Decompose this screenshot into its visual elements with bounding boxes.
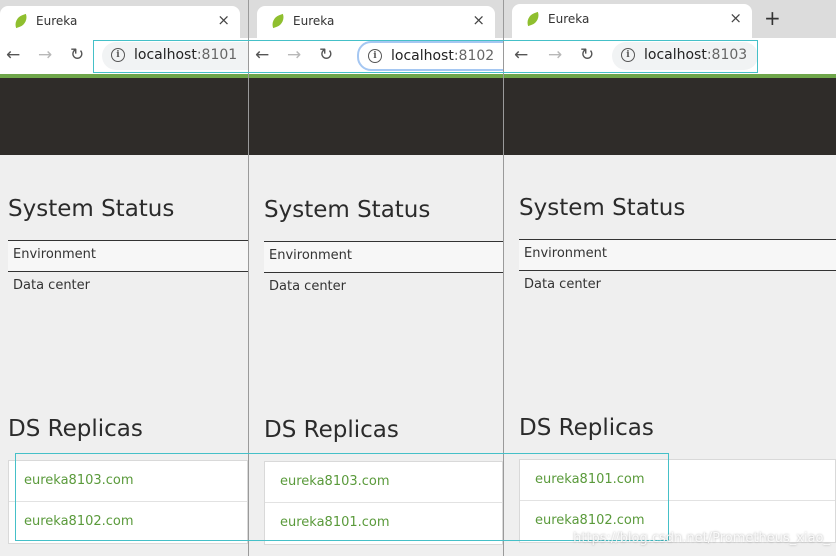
data-center-row: Data center	[8, 272, 248, 302]
browser-toolbar: ← → ↻ i localhost:8102	[249, 38, 503, 74]
system-status-heading: System Status	[8, 196, 175, 222]
environment-row: Environment	[264, 241, 503, 273]
eureka-leaf-icon	[269, 13, 287, 29]
close-tab-icon[interactable]: ×	[472, 11, 485, 29]
list-item: eureka8103.com	[265, 462, 502, 503]
replica-link[interactable]: eureka8101.com	[535, 472, 645, 487]
browser-tab[interactable]: Eureka ×	[512, 4, 752, 38]
replica-link[interactable]: eureka8102.com	[24, 514, 134, 529]
address-bar[interactable]: i localhost:8101	[102, 42, 248, 70]
data-center-label: Data center	[13, 278, 90, 293]
replica-link[interactable]: eureka8101.com	[280, 515, 390, 530]
url-port: :8102	[453, 48, 495, 64]
data-center-label: Data center	[269, 279, 346, 294]
list-item: eureka8101.com	[520, 460, 835, 501]
reload-icon[interactable]: ↻	[580, 45, 594, 65]
data-center-row: Data center	[519, 271, 836, 301]
back-arrow-icon[interactable]: ←	[514, 45, 528, 65]
info-icon[interactable]: i	[111, 48, 125, 62]
back-arrow-icon[interactable]: ←	[255, 45, 269, 65]
page-navbar	[249, 78, 503, 155]
list-item: eureka8102.com	[9, 502, 247, 542]
ds-replicas-heading: DS Replicas	[519, 415, 654, 441]
ds-replicas-heading: DS Replicas	[8, 416, 143, 442]
url-port: :8101	[196, 47, 238, 63]
tab-strip: Eureka ×	[0, 0, 248, 38]
browser-tab[interactable]: Eureka ×	[0, 6, 240, 38]
browser-window-8102: Eureka × ← → ↻ i localhost:8102 System S…	[249, 0, 503, 556]
forward-arrow-icon[interactable]: →	[38, 45, 52, 65]
close-tab-icon[interactable]: ×	[729, 9, 742, 27]
url-host: localhost	[644, 47, 707, 63]
system-status-heading: System Status	[264, 197, 431, 223]
reload-icon[interactable]: ↻	[319, 45, 333, 65]
forward-arrow-icon[interactable]: →	[548, 45, 562, 65]
url-host: localhost	[391, 48, 454, 64]
browser-toolbar: ← → ↻ i localhost:8101	[0, 38, 248, 74]
replica-link[interactable]: eureka8103.com	[24, 473, 134, 488]
tab-title: Eureka	[293, 14, 335, 28]
tab-title: Eureka	[36, 14, 78, 28]
ds-replicas-list: eureka8103.com eureka8101.com	[264, 461, 503, 545]
tab-strip: Eureka ×	[249, 0, 503, 38]
tab-strip: Eureka × +	[504, 0, 836, 38]
close-tab-icon[interactable]: ×	[217, 11, 230, 29]
page-navbar	[0, 78, 248, 155]
environment-label: Environment	[13, 247, 97, 262]
info-icon[interactable]: i	[368, 49, 382, 63]
url-text: localhost:8103	[644, 47, 747, 63]
watermark: https://blog.csdn.net/Prometheus_xiao_	[573, 531, 830, 546]
browser-window-8101: Eureka × ← → ↻ i localhost:8101 System S…	[0, 0, 248, 556]
reload-icon[interactable]: ↻	[70, 45, 84, 65]
data-center-label: Data center	[524, 277, 601, 292]
list-item: eureka8101.com	[265, 503, 502, 543]
address-bar[interactable]: i localhost:8102	[357, 41, 503, 71]
url-text: localhost:8101	[134, 47, 237, 63]
url-text: localhost:8102	[391, 48, 494, 64]
page-navbar	[504, 78, 836, 155]
replica-link[interactable]: eureka8103.com	[280, 474, 390, 489]
new-tab-icon[interactable]: +	[764, 6, 781, 30]
forward-arrow-icon[interactable]: →	[287, 45, 301, 65]
eureka-leaf-icon	[524, 11, 542, 27]
url-host: localhost	[134, 47, 197, 63]
browser-window-8103: Eureka × + ← → ↻ i localhost:8103 System…	[504, 0, 836, 556]
ds-replicas-heading: DS Replicas	[264, 417, 399, 443]
browser-toolbar: ← → ↻ i localhost:8103	[504, 38, 836, 74]
info-icon[interactable]: i	[621, 48, 635, 62]
back-arrow-icon[interactable]: ←	[6, 45, 20, 65]
tab-title: Eureka	[548, 12, 590, 26]
system-status-heading: System Status	[519, 195, 686, 221]
data-center-row: Data center	[264, 273, 503, 303]
environment-label: Environment	[269, 248, 353, 263]
environment-row: Environment	[519, 239, 836, 271]
list-item: eureka8103.com	[9, 461, 247, 502]
address-bar[interactable]: i localhost:8103	[612, 42, 758, 70]
eureka-leaf-icon	[12, 13, 30, 29]
environment-row: Environment	[8, 240, 248, 272]
replica-link[interactable]: eureka8102.com	[535, 513, 645, 528]
browser-tab[interactable]: Eureka ×	[257, 6, 495, 38]
environment-label: Environment	[524, 246, 608, 261]
url-port: :8103	[706, 47, 748, 63]
ds-replicas-list: eureka8103.com eureka8102.com	[8, 460, 248, 544]
